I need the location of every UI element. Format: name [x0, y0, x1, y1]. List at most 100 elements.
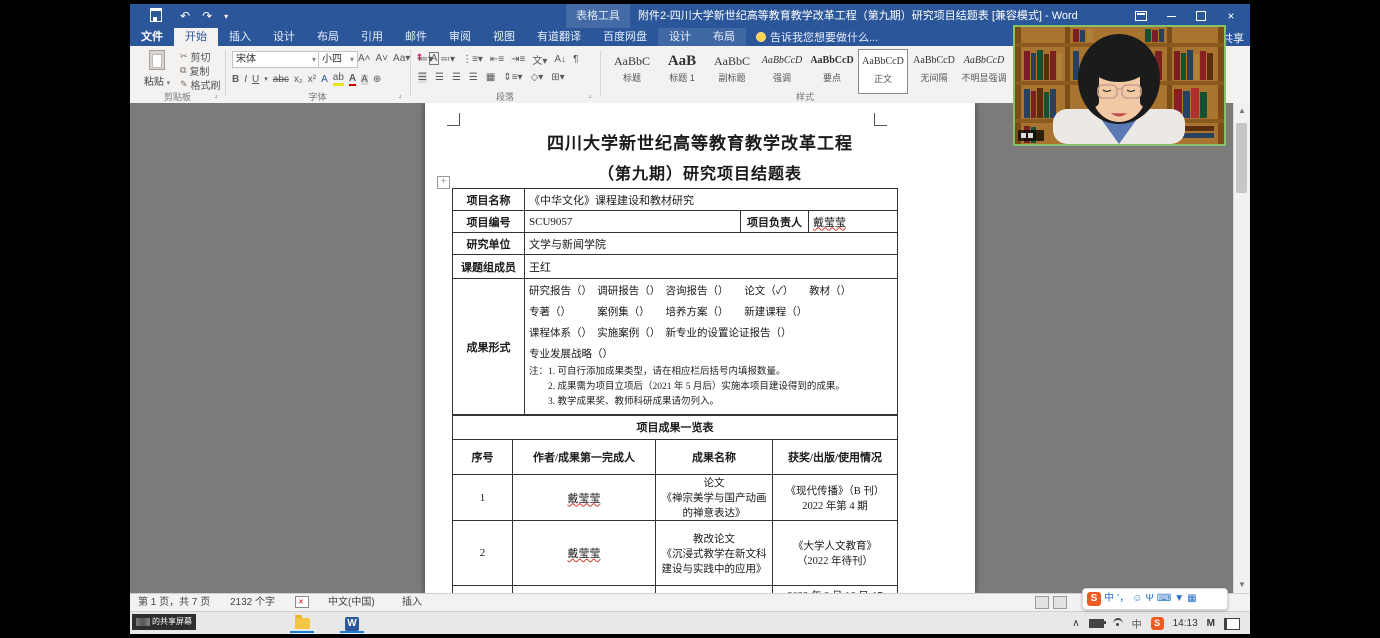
tab-view[interactable]: 视图 — [482, 28, 526, 46]
scroll-up-icon[interactable]: ▲ — [1234, 103, 1250, 119]
read-mode-icon[interactable] — [1035, 596, 1049, 609]
style-card-emphasis[interactable]: AaBbCcD 强调 — [758, 49, 806, 92]
justify-icon[interactable]: ☰ — [469, 72, 478, 83]
field-value[interactable]: 王红 — [524, 254, 898, 279]
clock[interactable]: 14:13 — [1173, 618, 1198, 629]
style-card-title[interactable]: AaBbC 标题 — [608, 49, 656, 92]
style-card-nospacing[interactable]: AaBbCcD 无间隔 — [910, 49, 958, 92]
word-count[interactable]: 2132 个字 — [230, 594, 275, 612]
sort-icon[interactable]: A↓ — [554, 54, 566, 65]
align-right-icon[interactable]: ☰ — [452, 72, 461, 83]
ime-indicator-icon[interactable]: 中 — [1132, 616, 1142, 631]
soft-keyboard-icon[interactable]: ⌨ — [1157, 590, 1171, 608]
taskbar-file-explorer[interactable] — [290, 614, 314, 633]
language-indicator[interactable]: 中文(中国) — [328, 594, 375, 612]
numbering-icon[interactable]: ≕▾ — [440, 54, 455, 65]
wifi-icon[interactable] — [1112, 617, 1123, 630]
document-canvas[interactable]: 四川大学新世纪高等教育教学改革工程 （第九期）研究项目结题表 + 项目名称 《中… — [130, 103, 1250, 593]
proofing-error-icon[interactable] — [295, 594, 309, 612]
italic-icon[interactable]: I — [244, 74, 247, 85]
change-case-icon[interactable]: Aa▾ — [393, 53, 410, 64]
subscript-icon[interactable]: x₂ — [294, 74, 303, 85]
field-value[interactable]: 文学与新闻学院 — [524, 232, 898, 255]
clipboard-dialog-launcher-icon[interactable]: ⌟ — [214, 90, 218, 99]
decrease-indent-icon[interactable]: ⇤≡ — [490, 54, 504, 65]
tell-me-box[interactable]: 告诉我您想要做什么... — [746, 28, 888, 46]
tab-review[interactable]: 审阅 — [438, 28, 482, 46]
insert-mode-indicator[interactable]: 插入 — [402, 594, 422, 612]
asian-layout-icon[interactable]: 文▾ — [532, 52, 547, 67]
scroll-down-icon[interactable]: ▼ — [1234, 577, 1250, 593]
save-icon[interactable] — [144, 7, 168, 25]
strikethrough-icon[interactable]: abc — [273, 74, 289, 85]
tab-home[interactable]: 开始 — [174, 28, 218, 46]
paste-button[interactable]: 粘贴 ▾ — [138, 50, 176, 90]
font-color-icon[interactable]: A — [348, 73, 357, 86]
borders-icon[interactable]: ⊞▾ — [551, 72, 564, 83]
highlight-color-icon[interactable]: ab — [332, 72, 344, 86]
sogou-logo-icon[interactable]: S — [1087, 592, 1101, 606]
action-center-icon[interactable] — [1224, 617, 1240, 630]
field-value[interactable]: SCU9057 — [524, 210, 741, 233]
shading-icon[interactable]: ◇▾ — [531, 72, 544, 83]
app-letter-icon[interactable]: M — [1207, 618, 1215, 629]
text-effects-icon[interactable]: A — [321, 74, 328, 85]
tab-youdao-translate[interactable]: 有道翻译 — [526, 28, 592, 46]
scrollbar-thumb[interactable] — [1236, 123, 1247, 193]
superscript-icon[interactable]: x² — [308, 74, 316, 85]
result-forms-cell[interactable]: 研究报告（） 调研报告（） 咨询报告（） 论文（✓） 教材（） 专著（） 案例集… — [524, 278, 898, 416]
hidden-icons-chevron[interactable]: ∧ — [1072, 618, 1079, 629]
screen-share-indicator[interactable]: 的共享屏幕 — [132, 614, 196, 630]
skin-icon[interactable]: ▼ — [1174, 590, 1184, 608]
microphone-icon[interactable]: Ψ — [1145, 590, 1153, 608]
print-layout-icon[interactable] — [1053, 596, 1067, 609]
ime-mode-chinese[interactable]: 中 — [1104, 590, 1114, 608]
bold-icon[interactable]: B — [232, 74, 239, 85]
multilevel-list-icon[interactable]: ⋮≡▾ — [462, 54, 483, 65]
table-move-handle[interactable]: + — [437, 176, 450, 189]
paragraph-dialog-launcher-icon[interactable]: ⌟ — [588, 90, 592, 99]
character-shading-icon[interactable]: A — [361, 73, 368, 85]
field-value[interactable]: 戴莹莹 — [808, 210, 898, 233]
distribute-icon[interactable]: ▦ — [486, 72, 495, 83]
tab-design[interactable]: 设计 — [262, 28, 306, 46]
taskbar-word[interactable]: W — [340, 614, 364, 633]
sogou-ime-toolbar[interactable]: S 中 ’， ☺ Ψ ⌨ ▼ ▦ — [1082, 588, 1228, 610]
tab-mailings[interactable]: 邮件 — [394, 28, 438, 46]
align-left-icon[interactable]: ☰ — [418, 72, 427, 83]
font-size-select[interactable]: 小四 ▾ — [318, 51, 358, 68]
shrink-font-icon[interactable]: A˅ — [376, 53, 389, 64]
sogou-tray-icon[interactable]: S — [1150, 617, 1164, 630]
tab-table-layout[interactable]: 布局 — [702, 28, 746, 46]
quick-access-dropdown-icon[interactable]: ▾ — [224, 12, 228, 21]
tab-layout[interactable]: 布局 — [306, 28, 350, 46]
style-card-subtle-emphasis[interactable]: AaBbCcD 不明显强调 — [960, 49, 1008, 92]
align-center-icon[interactable]: ☰ — [435, 72, 444, 83]
battery-icon[interactable] — [1088, 619, 1106, 628]
page-indicator[interactable]: 第 1 页，共 7 页 — [138, 594, 210, 612]
copy-button[interactable]: ⧉ 复制 — [180, 64, 221, 78]
style-card-keypoints[interactable]: AaBbCcD 要点 — [808, 49, 856, 92]
style-card-heading1[interactable]: AaB 标题 1 — [658, 49, 706, 92]
tab-references[interactable]: 引用 — [350, 28, 394, 46]
emoji-icon[interactable]: ☺ — [1132, 590, 1142, 608]
font-family-select[interactable]: 宋体 ▾ — [232, 51, 320, 68]
vertical-scrollbar[interactable]: ▲ ▼ — [1233, 103, 1250, 593]
style-card-normal[interactable]: AaBbCcD 正文 — [858, 49, 908, 94]
increase-indent-icon[interactable]: ⇥≡ — [511, 54, 525, 65]
redo-icon[interactable]: ↷ — [202, 9, 212, 23]
tab-file[interactable]: 文件 — [130, 28, 174, 46]
webcam-overlay[interactable] — [1013, 25, 1226, 146]
underline-icon[interactable]: U — [252, 74, 259, 85]
tab-baidu-netdisk[interactable]: 百度网盘 — [592, 28, 658, 46]
document-page[interactable]: 四川大学新世纪高等教育教学改革工程 （第九期）研究项目结题表 + 项目名称 《中… — [425, 103, 975, 593]
toolbox-icon[interactable]: ▦ — [1187, 590, 1196, 608]
undo-icon[interactable]: ↶ — [180, 9, 190, 23]
enclose-characters-icon[interactable]: ⊕ — [373, 74, 381, 85]
punctuation-icon[interactable]: ’， — [1117, 590, 1129, 608]
line-spacing-icon[interactable]: ⇕≡▾ — [503, 72, 522, 83]
bullets-icon[interactable]: ≔▾ — [418, 54, 433, 65]
tab-table-design[interactable]: 设计 — [658, 28, 702, 46]
grow-font-icon[interactable]: A˄ — [358, 53, 371, 64]
show-marks-icon[interactable]: ¶ — [573, 54, 578, 65]
